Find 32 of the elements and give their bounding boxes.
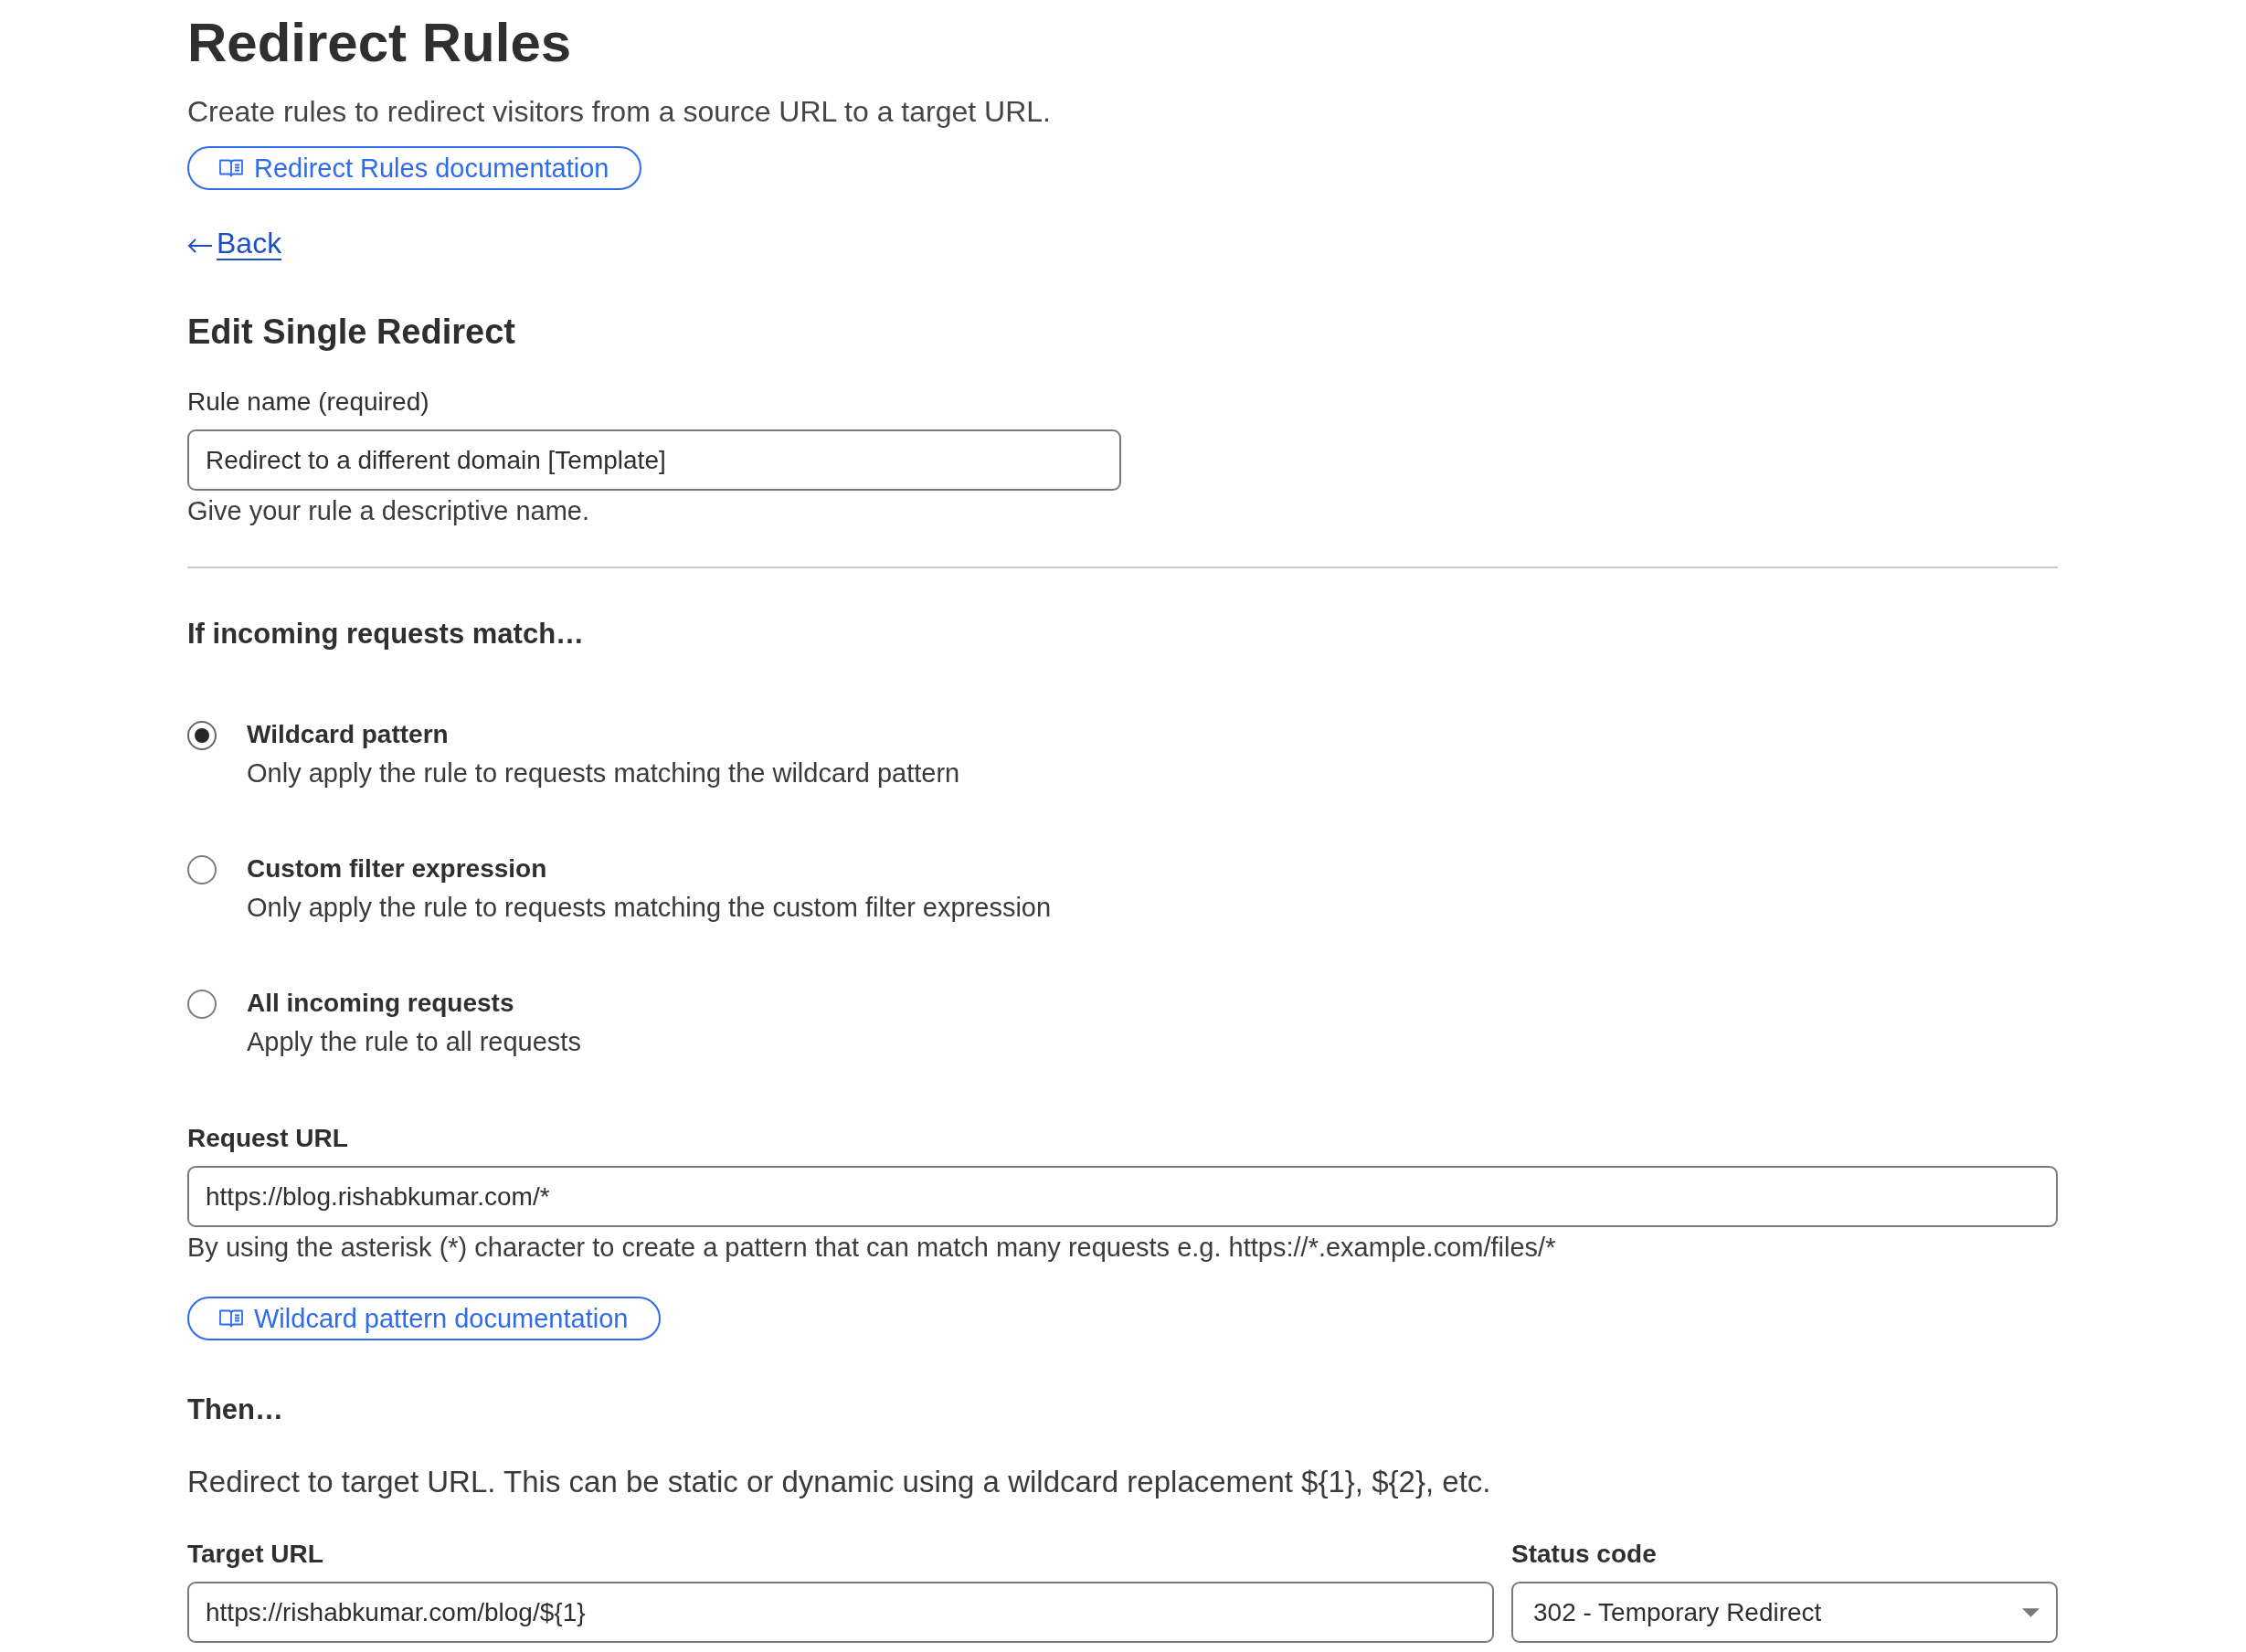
option-label: Wildcard pattern: [247, 719, 450, 750]
text-input[interactable]: https://blog.rishabkumar.com/*: [187, 1166, 2058, 1227]
caret-icon: [2022, 1607, 2039, 1617]
radio-button[interactable]: [187, 990, 217, 1019]
option-label: Custom filter expression: [247, 853, 548, 884]
option-description: Only apply the rule to requests matching the wildcard pattern: [247, 757, 960, 789]
text-input[interactable]: https://rishabkumar.com/blog/${1}: [187, 1582, 1494, 1643]
status-code-select[interactable]: 302 - Temporary Redirect: [1511, 1582, 2058, 1643]
form-title: Edit Single Redirect: [187, 312, 515, 353]
section-heading: Then…: [187, 1393, 284, 1427]
arrow-left-icon: [187, 238, 213, 254]
back-link[interactable]: Back: [187, 225, 282, 261]
field-label: Rule name (required): [187, 387, 429, 418]
page-subtitle: Create rules to redirect visitors from a source URL to a target URL.: [187, 94, 1051, 130]
field-hint: Give your rule a descriptive name.: [187, 495, 590, 527]
radio-button[interactable]: [187, 855, 217, 884]
book-icon: [219, 1309, 243, 1328]
documentation-button[interactable]: Redirect Rules documentation: [187, 146, 642, 190]
option-description: Apply the rule to all requests: [247, 1026, 581, 1058]
field-label: Request URL: [187, 1123, 348, 1154]
option-description: Only apply the rule to requests matching the custom filter expression: [247, 892, 1052, 924]
radio-button[interactable]: [187, 721, 217, 750]
section-description: Redirect to target URL. This can be static or dynamic using a wildcard replacement ${1}, ${2}, etc.: [187, 1464, 1491, 1500]
documentation-button[interactable]: Wildcard pattern documentation: [187, 1297, 662, 1340]
field-label: Target URL: [187, 1539, 324, 1570]
field-label: Status code: [1511, 1539, 1658, 1570]
option-label: All incoming requests: [247, 988, 515, 1019]
page-title: Redirect Rules: [187, 11, 572, 75]
field-hint: By using the asterisk (*) character to create a pattern that can match many requests e.g. https://*.example.com/files/*: [187, 1232, 1556, 1264]
section-heading: If incoming requests match…: [187, 617, 585, 651]
text-input[interactable]: Redirect to a different domain [Template]: [187, 429, 1121, 491]
book-icon: [219, 159, 243, 177]
